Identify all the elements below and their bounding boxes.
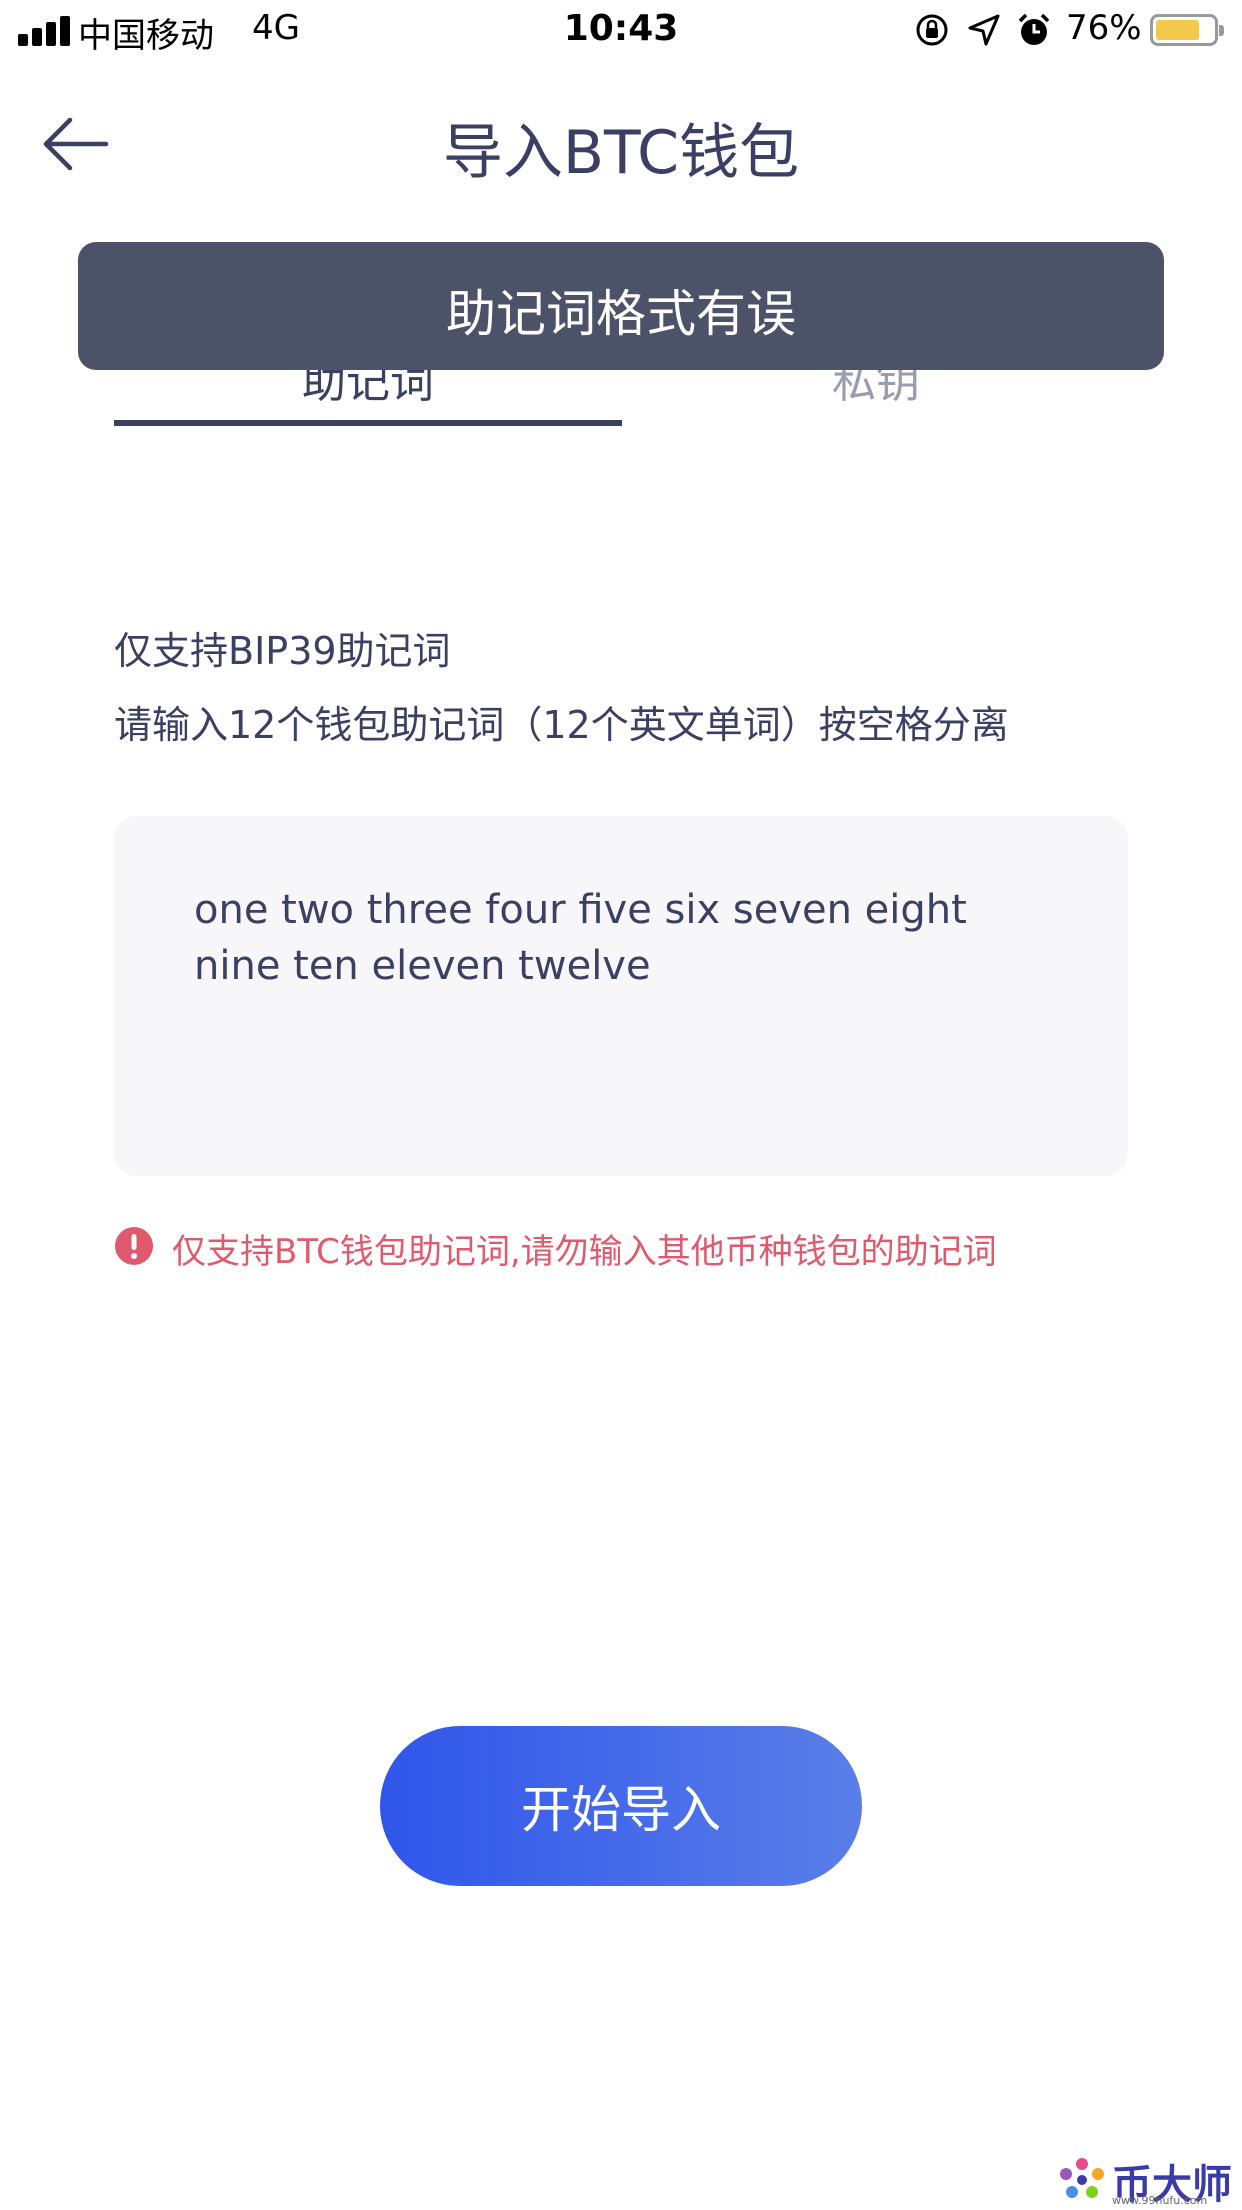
warning-text: 仅支持BTC钱包助记词,请勿输入其他币种钱包的助记词 <box>172 1232 997 1272</box>
battery-percent: 76% <box>1066 8 1142 48</box>
error-toast: 助记词格式有误 <box>78 242 1164 370</box>
tab-active-indicator <box>114 420 622 426</box>
status-bar: 中国移动 4G 10:43 76% <box>0 0 1242 64</box>
instruction-line-2: 请输入12个钱包助记词（12个英文单词）按空格分离 <box>114 703 1009 747</box>
start-import-button[interactable]: 开始导入 <box>380 1726 862 1886</box>
toast-message: 助记词格式有误 <box>446 285 796 343</box>
instruction-line-1: 仅支持BIP39助记词 <box>114 629 451 673</box>
watermark-flower-icon <box>1060 2158 1104 2198</box>
location-icon <box>968 14 1000 46</box>
mnemonic-input[interactable]: one two three four five six seven eight … <box>114 816 1128 1176</box>
page-title: 导入BTC钱包 <box>442 118 800 188</box>
exclamation-circle-icon <box>115 1227 153 1265</box>
alarm-icon <box>1018 13 1050 45</box>
orientation-lock-icon <box>916 14 948 46</box>
watermark-url: www.99hufu.com <box>1112 2194 1208 2207</box>
battery-fill <box>1156 20 1199 40</box>
status-time: 10:43 <box>563 8 679 49</box>
battery-icon <box>1150 14 1224 46</box>
